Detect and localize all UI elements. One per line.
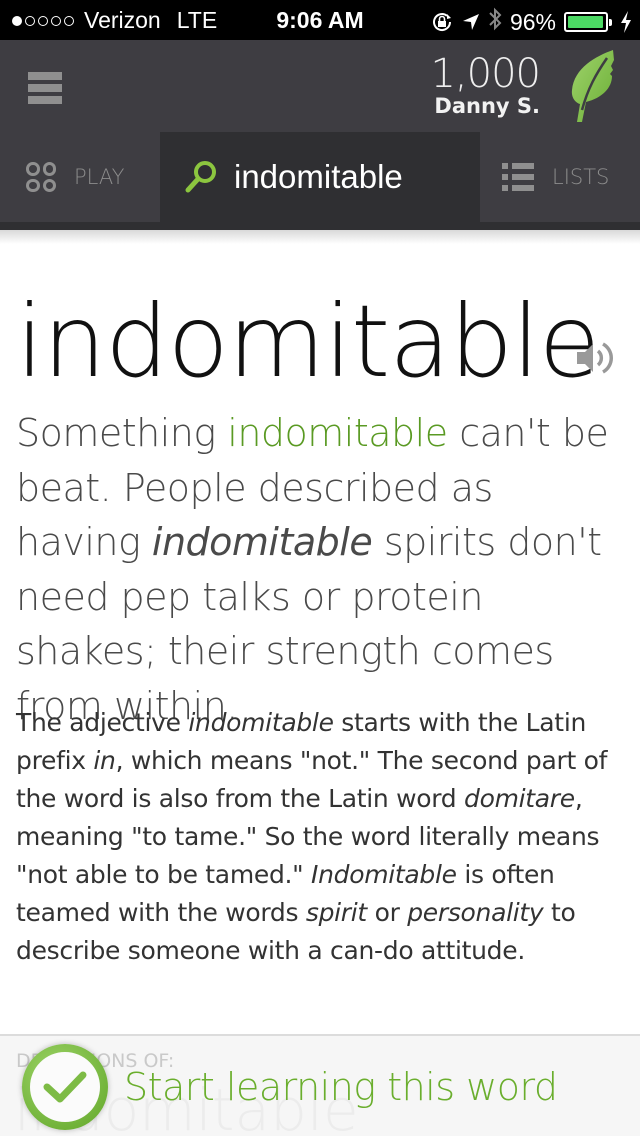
speaker-icon[interactable] (575, 338, 615, 378)
carrier-name: Verizon (84, 7, 161, 33)
tab-lists[interactable]: LISTS (480, 132, 640, 222)
short-definition: Something indomitable can't be beat. Peo… (16, 406, 628, 733)
battery-percent: 96% (509, 8, 556, 35)
location-arrow-icon (462, 14, 479, 30)
list-icon (502, 163, 534, 191)
long-def-italic: indomitable (188, 708, 334, 737)
hamburger-menu-icon[interactable] (28, 72, 62, 104)
long-def-italic: personality (407, 898, 544, 927)
tab-bar: PLAY indomitable LISTS (0, 132, 640, 230)
status-right: 96% (430, 7, 632, 37)
tab-search[interactable]: indomitable (160, 132, 480, 222)
start-learning-button[interactable]: Start learning this word (22, 1042, 558, 1132)
app-header: 1,000 Danny S. (0, 40, 640, 132)
short-def-text: Something (16, 411, 228, 455)
rotation-lock-icon (432, 13, 451, 31)
search-query[interactable]: indomitable (234, 158, 403, 196)
signal-strength-icon (12, 15, 74, 26)
charging-bolt-icon (621, 11, 631, 33)
header-shadow (0, 230, 640, 244)
long-def-italic: domitare (464, 784, 575, 813)
bluetooth-icon (488, 7, 502, 37)
status-left: Verizon LTE (12, 7, 217, 34)
grid-circles-icon (26, 162, 56, 192)
network-type: LTE (176, 7, 218, 33)
status-bar: Verizon LTE 9:06 AM 96% (0, 0, 640, 40)
tab-play-label: PLAY (74, 165, 125, 189)
long-definition: The adjective indomitable starts with th… (16, 704, 628, 970)
checkmark-circle-icon (22, 1044, 108, 1130)
long-def-italic: spirit (305, 898, 367, 927)
user-score[interactable]: 1,000 Danny S. (430, 51, 541, 118)
long-def-italic: in (93, 746, 116, 775)
tab-play[interactable]: PLAY (0, 132, 160, 222)
battery-fill (568, 16, 603, 28)
word-title: indomitable (16, 283, 600, 400)
tab-lists-label: LISTS (552, 165, 610, 189)
short-def-italic: indomitable (151, 520, 373, 564)
points-value: 1,000 (430, 51, 541, 97)
start-learning-label: Start learning this word (124, 1065, 558, 1109)
search-icon (185, 161, 216, 193)
user-name: Danny S. (434, 94, 540, 118)
long-def-text: The adjective (16, 708, 189, 737)
long-def-text: or (366, 898, 408, 927)
highlighted-word-link[interactable]: indomitable (227, 411, 448, 455)
leaf-icon (571, 50, 614, 122)
battery-icon (564, 12, 612, 32)
long-def-italic: Indomitable (311, 860, 457, 889)
checkmark-icon (43, 1071, 87, 1103)
